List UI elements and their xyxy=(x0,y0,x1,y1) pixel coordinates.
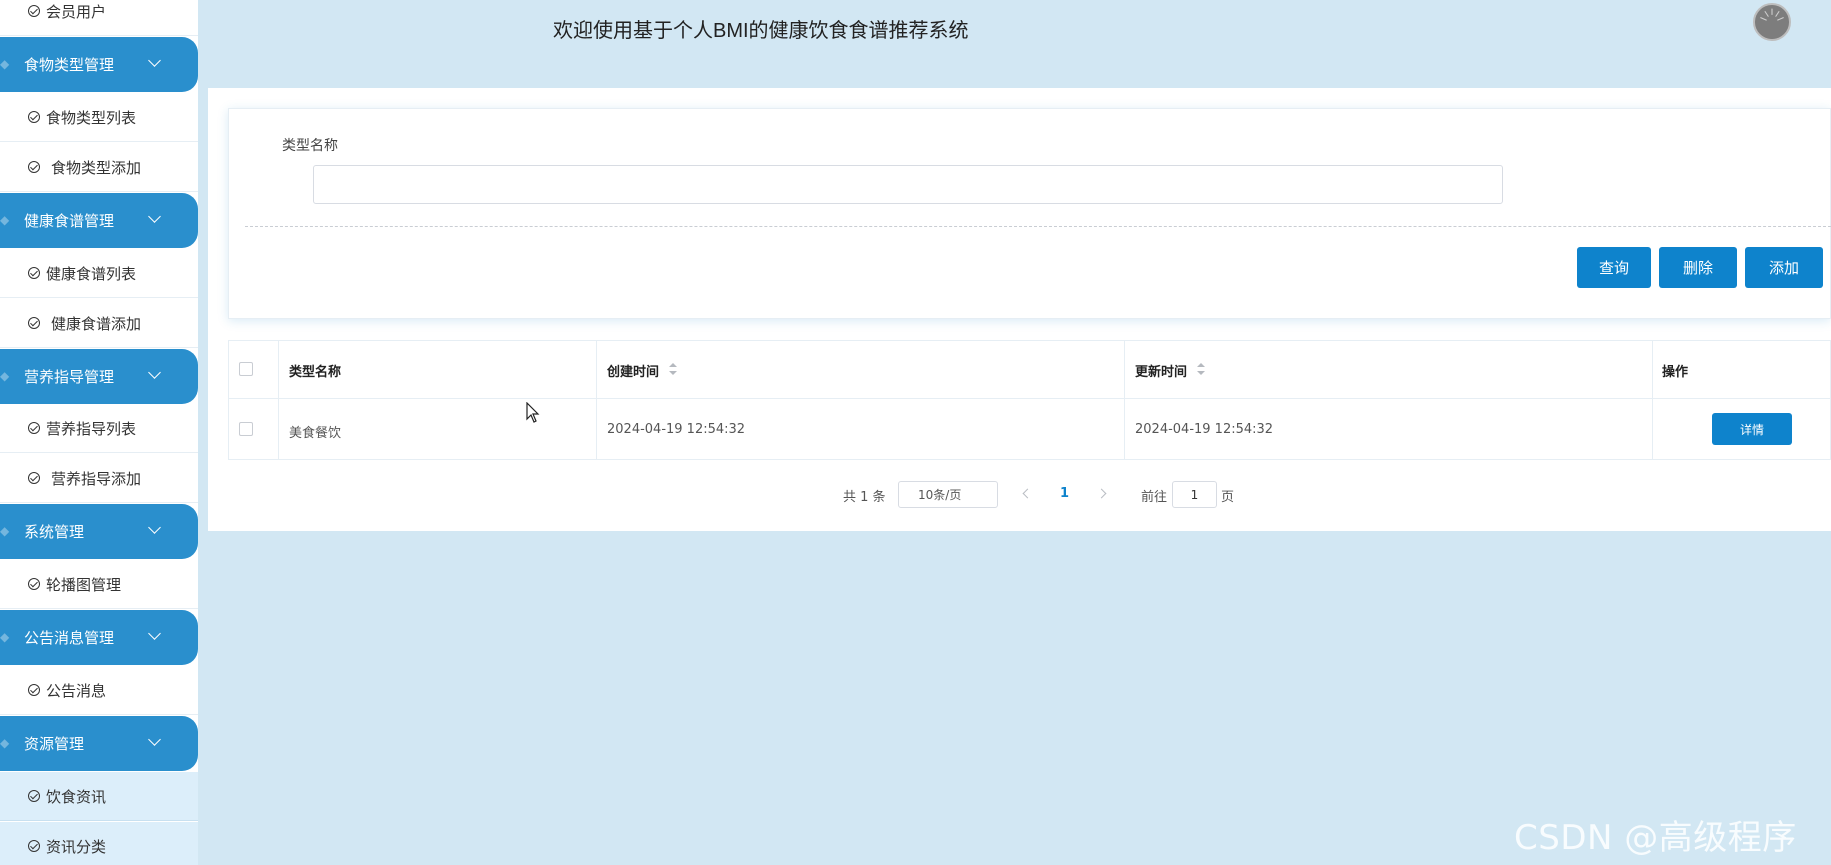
sidebar-item-label: 健康食谱列表 xyxy=(46,264,137,283)
avatar-icon xyxy=(1755,5,1789,39)
sidebar-item-recipe-list[interactable]: 健康食谱列表 xyxy=(0,249,198,298)
table-col-divider xyxy=(1124,341,1125,459)
sidebar-group-label: 系统管理 xyxy=(24,523,85,541)
divider xyxy=(245,226,1831,227)
gem-icon: ◆ xyxy=(0,213,10,227)
chevron-down-icon xyxy=(148,210,161,223)
goto-label: 前往 xyxy=(1141,490,1168,505)
detail-button[interactable]: 详情 xyxy=(1712,413,1792,445)
sidebar-item-recipe-add[interactable]: 健康食谱添加 xyxy=(0,299,198,348)
cell-updated: 2024-04-19 12:54:32 xyxy=(1135,422,1274,437)
gem-icon: ◆ xyxy=(0,630,10,644)
check-circle-icon xyxy=(28,161,40,173)
avatar[interactable] xyxy=(1753,3,1791,41)
sidebar-item-label: 营养指导添加 xyxy=(51,469,142,488)
sidebar-item-label: 食物类型添加 xyxy=(51,158,142,177)
chevron-down-icon xyxy=(148,54,161,67)
current-page[interactable]: 1 xyxy=(1060,486,1069,501)
mouse-cursor-icon xyxy=(526,402,540,423)
table-col-divider xyxy=(278,341,279,459)
sidebar-group-label: 资源管理 xyxy=(24,735,85,753)
sidebar-item-label: 资讯分类 xyxy=(46,837,107,856)
goto-unit: 页 xyxy=(1221,490,1235,505)
sort-icon[interactable] xyxy=(669,363,677,375)
page-size-select[interactable]: 10条/页 xyxy=(898,481,998,508)
sidebar-item-label: 会员用户 xyxy=(46,2,107,21)
goto-page-input[interactable] xyxy=(1172,481,1217,508)
sidebar-group-label: 公告消息管理 xyxy=(24,629,115,647)
sidebar: 会员用户 ◆ 食物类型管理 食物类型列表 食物类型添加 ◆ 健康食谱管理 健康食… xyxy=(0,0,198,865)
sidebar-item-notice[interactable]: 公告消息 xyxy=(0,666,198,715)
check-circle-icon xyxy=(28,684,40,696)
sidebar-item-label: 轮播图管理 xyxy=(46,575,122,594)
watermark: CSDN @高级程序源 xyxy=(1514,818,1797,858)
gem-icon: ◆ xyxy=(0,736,10,750)
sidebar-item-label: 健康食谱添加 xyxy=(51,314,142,333)
column-header-type-name: 类型名称 xyxy=(289,365,342,380)
check-circle-icon xyxy=(28,317,40,329)
sidebar-item-label: 饮食资讯 xyxy=(46,787,107,806)
data-table: 类型名称 创建时间 更新时间 操作 美食餐饮 2024-04-19 12:54:… xyxy=(228,340,1831,460)
check-circle-icon xyxy=(28,472,40,484)
gem-icon: ◆ xyxy=(0,57,10,71)
table-col-divider xyxy=(1652,341,1653,459)
chevron-down-icon xyxy=(148,366,161,379)
type-name-label: 类型名称 xyxy=(282,138,338,154)
table-divider xyxy=(229,398,1831,399)
sidebar-item-label: 公告消息 xyxy=(46,681,107,700)
check-circle-icon xyxy=(28,267,40,279)
gem-icon: ◆ xyxy=(0,369,10,383)
check-circle-icon xyxy=(28,578,40,590)
sidebar-group-label: 营养指导管理 xyxy=(24,368,115,386)
column-header-created[interactable]: 创建时间 xyxy=(607,361,659,380)
chevron-down-icon xyxy=(148,521,161,534)
sidebar-item-nutrition-add[interactable]: 营养指导添加 xyxy=(0,454,198,503)
page-title: 欢迎使用基于个人BMI的健康饮食食谱推荐系统 xyxy=(553,20,969,42)
sidebar-group-resources[interactable]: ◆ 资源管理 xyxy=(0,716,198,771)
delete-button[interactable]: 删除 xyxy=(1659,247,1737,288)
column-header-action: 操作 xyxy=(1662,365,1689,380)
sidebar-group-food-type[interactable]: ◆ 食物类型管理 xyxy=(0,37,198,92)
sidebar-group-nutrition-guide[interactable]: ◆ 营养指导管理 xyxy=(0,349,198,404)
sidebar-item-news-category[interactable]: 资讯分类 xyxy=(0,822,198,865)
type-name-input[interactable] xyxy=(313,165,1503,204)
sidebar-item-food-type-add[interactable]: 食物类型添加 xyxy=(0,143,198,192)
cell-created: 2024-04-19 12:54:32 xyxy=(607,422,746,437)
check-circle-icon xyxy=(28,422,40,434)
gem-icon: ◆ xyxy=(0,524,10,538)
sidebar-item-label: 食物类型列表 xyxy=(46,108,137,127)
sort-icon[interactable] xyxy=(1197,363,1205,375)
cell-type-name: 美食餐饮 xyxy=(289,426,342,441)
column-header-updated[interactable]: 更新时间 xyxy=(1135,361,1187,380)
sidebar-item-food-type-list[interactable]: 食物类型列表 xyxy=(0,93,198,142)
sidebar-item-carousel[interactable]: 轮播图管理 xyxy=(0,560,198,609)
check-circle-icon xyxy=(28,5,40,17)
query-button[interactable]: 查询 xyxy=(1577,247,1651,288)
check-circle-icon xyxy=(28,111,40,123)
sidebar-item-label: 营养指导列表 xyxy=(46,419,137,438)
select-all-checkbox[interactable] xyxy=(239,362,253,376)
sidebar-group-notice[interactable]: ◆ 公告消息管理 xyxy=(0,610,198,665)
sidebar-item-nutrition-list[interactable]: 营养指导列表 xyxy=(0,404,198,453)
sidebar-group-system[interactable]: ◆ 系统管理 xyxy=(0,504,198,559)
check-circle-icon xyxy=(28,840,40,852)
sidebar-item-diet-news[interactable]: 饮食资讯 xyxy=(0,772,198,821)
sidebar-group-healthy-recipe[interactable]: ◆ 健康食谱管理 xyxy=(0,193,198,248)
pagination-total: 共 1 条 xyxy=(843,490,886,505)
sidebar-group-label: 食物类型管理 xyxy=(24,56,115,74)
row-checkbox[interactable] xyxy=(239,422,253,436)
chevron-down-icon xyxy=(148,733,161,746)
add-button[interactable]: 添加 xyxy=(1745,247,1823,288)
sidebar-item-member-users[interactable]: 会员用户 xyxy=(0,0,198,36)
chevron-down-icon xyxy=(148,627,161,640)
check-circle-icon xyxy=(28,790,40,802)
sidebar-group-label: 健康食谱管理 xyxy=(24,212,115,230)
table-col-divider xyxy=(596,341,597,459)
